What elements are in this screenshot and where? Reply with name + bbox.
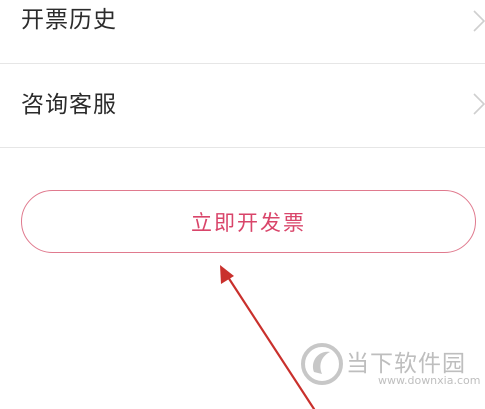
watermark: 当下软件园 www.downxia.com bbox=[296, 336, 480, 398]
downxia-logo bbox=[301, 343, 343, 385]
menu-item-label: 咨询客服 bbox=[21, 92, 117, 118]
watermark-name: 当下软件园 bbox=[346, 351, 466, 377]
menu-item-label: 开票历史 bbox=[21, 7, 117, 33]
menu-item-customer-service[interactable]: 咨询客服 bbox=[0, 64, 485, 148]
chevron-right-icon bbox=[473, 10, 485, 32]
chevron-right-icon bbox=[473, 93, 485, 115]
issue-invoice-label: 立即开发票 bbox=[191, 210, 306, 235]
issue-invoice-button[interactable]: 立即开发票 bbox=[21, 190, 476, 253]
menu-item-invoice-history[interactable]: 开票历史 bbox=[0, 0, 485, 64]
watermark-url: www.downxia.com bbox=[378, 374, 481, 387]
invoice-menu-screen: 开票历史 咨询客服 立即开发票 当下软件园 www.downxia.com bbox=[0, 0, 485, 409]
